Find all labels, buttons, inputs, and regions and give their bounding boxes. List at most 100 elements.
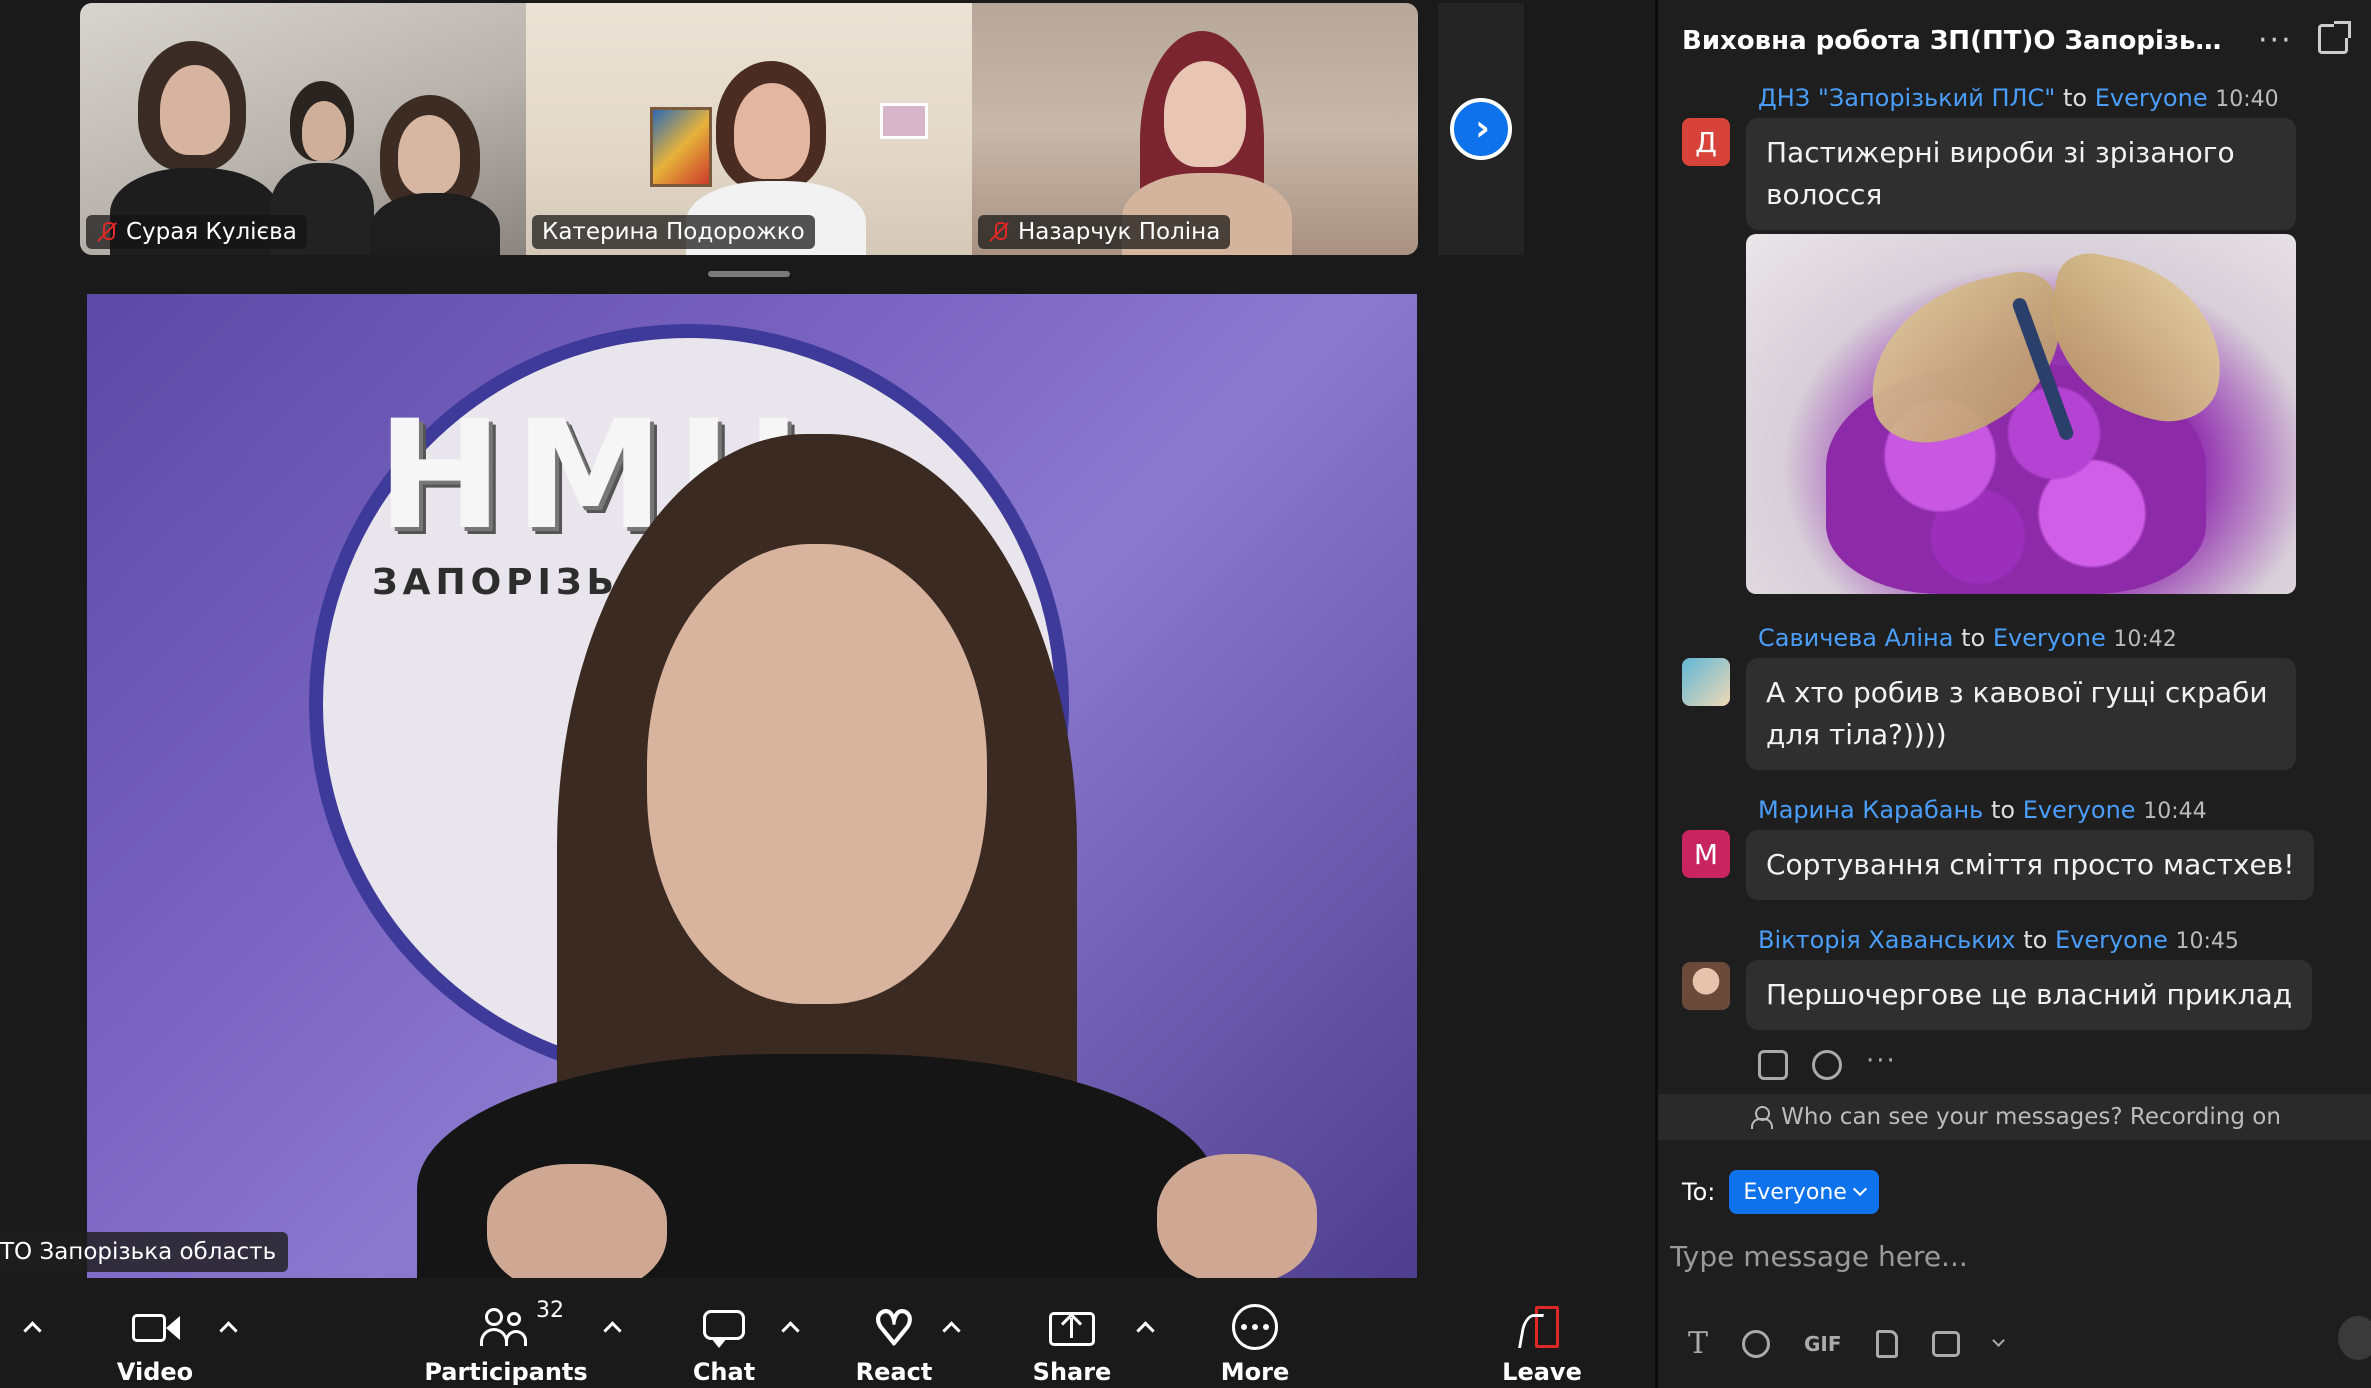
react-button-label: React xyxy=(855,1358,933,1386)
message-bubble[interactable]: Сортування сміття просто мастхев! xyxy=(1746,830,2315,900)
message-recipient[interactable]: Everyone xyxy=(2055,926,2168,954)
message-time: 10:45 xyxy=(2175,929,2239,954)
chat-panel: Виховна робота ЗП(ПТ)О Запорізької обл..… xyxy=(1655,0,2371,1388)
message-header: Савичева Аліна to Everyone 10:42 xyxy=(1758,624,2177,652)
leave-button-label: Leave xyxy=(1502,1358,1582,1386)
leave-door-icon xyxy=(1515,1306,1569,1350)
to-label: To: xyxy=(1682,1178,1716,1206)
avatar[interactable] xyxy=(1682,658,1730,706)
message-time: 10:42 xyxy=(2113,627,2177,652)
speaker-face xyxy=(647,544,987,1004)
participants-icon xyxy=(479,1306,533,1350)
screenshot-icon[interactable] xyxy=(1931,1330,1960,1357)
leave-meeting-button[interactable]: Leave xyxy=(1502,1290,1582,1386)
participant-name-tag: Назарчук Поліна xyxy=(978,215,1231,249)
next-page-button[interactable]: › xyxy=(1438,3,1524,255)
video-options-caret[interactable] xyxy=(218,1318,238,1338)
chat-title: Виховна робота ЗП(ПТ)О Запорізької обл..… xyxy=(1682,26,2237,56)
participant-name: Назарчук Поліна xyxy=(1018,219,1221,245)
react-button[interactable]: ♡ React xyxy=(855,1290,933,1387)
mic-muted-icon xyxy=(988,221,1010,243)
privacy-notice[interactable]: Who can see your messages? Recording on xyxy=(1658,1094,2371,1140)
more-button[interactable]: More xyxy=(1218,1290,1292,1386)
speaker-hand xyxy=(1157,1154,1317,1278)
message-sender[interactable]: Марина Карабань xyxy=(1758,796,1983,824)
message-actions: ··· xyxy=(1758,1048,1897,1080)
person-icon xyxy=(1751,1106,1774,1129)
video-camera-icon xyxy=(128,1306,182,1350)
video-area: Сурая Кулієва Катерина Подорожко Назарчу… xyxy=(0,0,1640,1388)
react-options-caret[interactable] xyxy=(941,1318,961,1338)
chat-more-options-icon[interactable]: ··· xyxy=(2258,26,2293,56)
participants-options-caret[interactable] xyxy=(602,1318,622,1338)
participant-thumbnail[interactable]: Сурая Кулієва xyxy=(80,3,526,255)
avatar[interactable]: Д xyxy=(1682,118,1730,166)
speaker-hand xyxy=(487,1164,667,1278)
video-button[interactable]: Video xyxy=(116,1290,194,1386)
add-reaction-icon[interactable] xyxy=(1812,1050,1842,1080)
message-bubble[interactable]: А хто робив з кавової гущі скраби для ті… xyxy=(1746,658,2296,770)
share-options-caret[interactable] xyxy=(1135,1318,1155,1338)
message-recipient[interactable]: Everyone xyxy=(1993,624,2106,652)
picture-decoration xyxy=(880,103,928,139)
participant-name: Катерина Подорожко xyxy=(542,219,805,245)
file-icon[interactable] xyxy=(1875,1329,1898,1358)
message-sender[interactable]: ДНЗ "Запорізький ПЛС" xyxy=(1758,84,2055,112)
participants-button-label: Participants xyxy=(424,1358,588,1386)
chevron-down-icon[interactable] xyxy=(1991,1334,2005,1347)
avatar[interactable] xyxy=(1682,962,1730,1010)
chevron-down-icon xyxy=(1852,1181,1867,1197)
recipient-value: Everyone xyxy=(1743,1179,1847,1205)
message-sender[interactable]: Савичева Аліна xyxy=(1758,624,1953,652)
participant-name-tag: Катерина Подорожко xyxy=(532,215,815,249)
audio-options-caret[interactable] xyxy=(22,1318,42,1338)
recipient-dropdown[interactable]: Everyone xyxy=(1729,1170,1879,1214)
message-header: ДНЗ "Запорізький ПЛС" to Everyone 10:40 xyxy=(1758,84,2279,112)
message-sender[interactable]: Вікторія Хаванських xyxy=(1758,926,2016,954)
painting-decoration xyxy=(650,107,712,187)
emoji-icon[interactable] xyxy=(1742,1329,1771,1358)
message-bubble[interactable]: Пастижерні вироби зі зрізаного волосся xyxy=(1746,118,2296,230)
message-time: 10:40 xyxy=(2215,87,2279,112)
heart-icon: ♡ xyxy=(872,1301,916,1355)
chat-popout-icon[interactable] xyxy=(2318,21,2351,54)
speaker-name-tag: ТО Запорізька область xyxy=(0,1232,289,1272)
more-options-icon xyxy=(1228,1304,1282,1350)
chat-button[interactable]: Chat xyxy=(690,1290,758,1386)
active-speaker-video[interactable]: НМЦ ЗАПОРІЗЬКА xyxy=(87,294,1417,1278)
message-input[interactable] xyxy=(1670,1228,2350,1284)
chat-bubble-icon xyxy=(697,1306,751,1350)
chat-options-caret[interactable] xyxy=(780,1318,800,1338)
gif-button[interactable]: GIF xyxy=(1804,1332,1842,1356)
zoom-meeting-window: Сурая Кулієва Катерина Подорожко Назарчу… xyxy=(0,0,2371,1388)
reply-icon[interactable] xyxy=(1758,1050,1788,1080)
meeting-toolbar: Video Participants 32 Chat ♡ React Share… xyxy=(0,1278,1640,1388)
send-button[interactable] xyxy=(2338,1316,2371,1360)
message-bubble[interactable]: Першочергове це власний приклад xyxy=(1746,960,2313,1030)
mic-muted-icon xyxy=(96,221,118,243)
message-header: Марина Карабань to Everyone 10:44 xyxy=(1758,796,2207,824)
format-text-icon[interactable]: T xyxy=(1688,1326,1708,1361)
video-button-label: Video xyxy=(116,1358,194,1386)
participant-thumbnail[interactable]: Катерина Подорожко xyxy=(526,3,972,255)
participants-count: 32 xyxy=(536,1298,564,1323)
avatar[interactable]: М xyxy=(1682,830,1730,878)
thumbnail-strip-resize-handle[interactable] xyxy=(708,271,790,277)
share-screen-icon xyxy=(1045,1306,1099,1350)
message-time: 10:44 xyxy=(2143,799,2207,824)
message-header: Вікторія Хаванських to Everyone 10:45 xyxy=(1758,926,2239,954)
share-button-label: Share xyxy=(1032,1358,1112,1386)
participant-name-tag: Сурая Кулієва xyxy=(86,215,307,249)
message-recipient[interactable]: Everyone xyxy=(2095,84,2208,112)
message-more-icon[interactable]: ··· xyxy=(1866,1048,1897,1080)
participant-name: Сурая Кулієва xyxy=(126,219,297,245)
participant-thumbnail[interactable]: Назарчук Поліна xyxy=(972,3,1418,255)
more-button-label: More xyxy=(1220,1358,1290,1386)
share-screen-button[interactable]: Share xyxy=(1032,1290,1112,1386)
message-recipient[interactable]: Everyone xyxy=(2023,796,2136,824)
chat-button-label: Chat xyxy=(692,1358,756,1386)
recipient-row: To: Everyone xyxy=(1682,1170,1879,1214)
compose-toolbar: T GIF xyxy=(1688,1326,2005,1361)
privacy-notice-text: Who can see your messages? Recording on xyxy=(1781,1104,2281,1130)
message-image-attachment[interactable] xyxy=(1746,234,2296,594)
